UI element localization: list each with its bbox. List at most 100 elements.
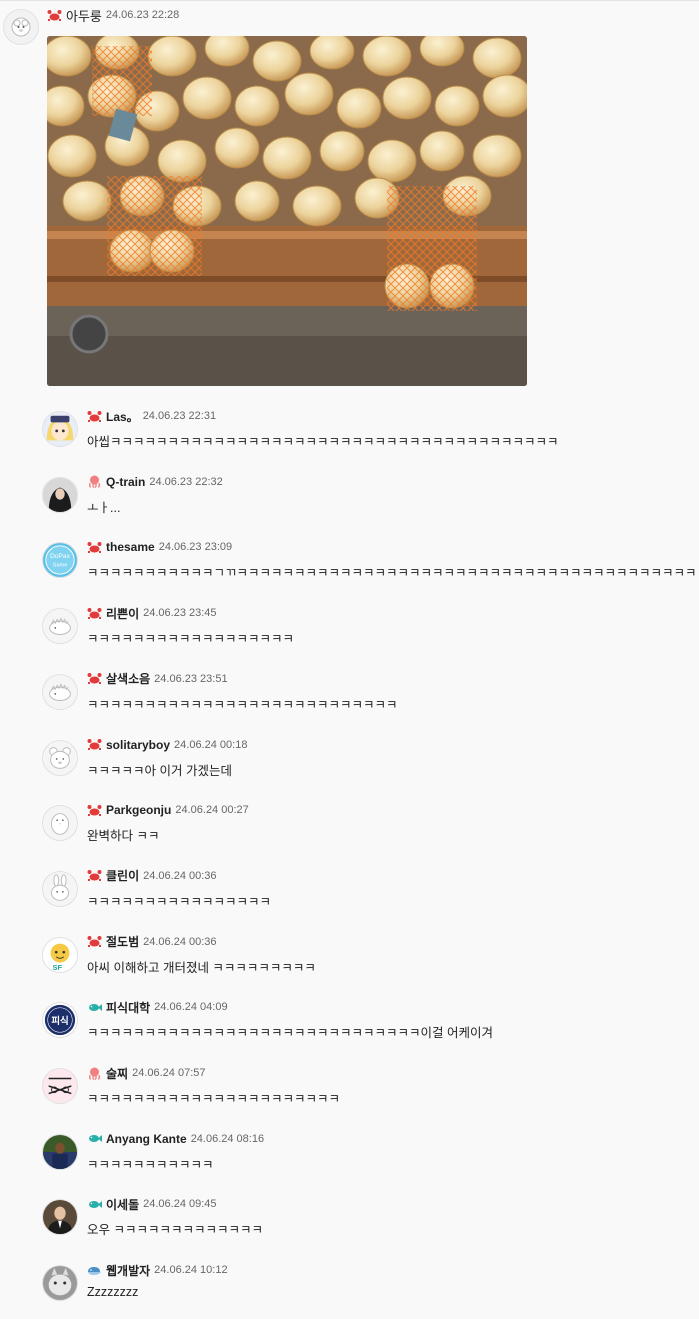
comment-header: Parkgeonju 24.06.24 00:27 bbox=[87, 802, 249, 818]
crab-icon bbox=[87, 541, 102, 554]
svg-text:DoPax: DoPax bbox=[50, 554, 71, 561]
svg-text:피식: 피식 bbox=[51, 1015, 68, 1027]
comment-header: solitaryboy 24.06.24 00:18 bbox=[87, 737, 247, 753]
crab-icon bbox=[87, 738, 102, 751]
comment-text: ㅋㅋㅋㅋㅋ아 이거 가겠는데 bbox=[87, 763, 232, 778]
photo-avatar-soccer-icon[interactable] bbox=[42, 1133, 78, 1170]
comment-text: 오우 ㅋㅋㅋㅋㅋㅋㅋㅋㅋㅋㅋㅋㅋ bbox=[87, 1223, 263, 1238]
comment-nickname[interactable]: 절도범 bbox=[106, 933, 139, 950]
whale-icon bbox=[87, 1264, 102, 1277]
comment-nickname[interactable]: 리쁜이 bbox=[106, 605, 139, 622]
comment-nickname[interactable]: 클린이 bbox=[106, 867, 139, 884]
octopus-icon bbox=[87, 1067, 102, 1080]
svg-text:SF: SF bbox=[52, 963, 62, 972]
comment-header: 피식대학 24.06.24 04:09 bbox=[87, 999, 228, 1015]
sheep-icon[interactable] bbox=[3, 9, 39, 45]
comment-date: 24.06.24 09:45 bbox=[143, 1198, 217, 1211]
comment-text: 아씨 이해하고 개터졌네 ㅋㅋㅋㅋㅋㅋㅋㅋㅋ bbox=[87, 960, 316, 975]
comment-nickname[interactable]: Anyang Kante bbox=[106, 1132, 187, 1146]
comment-date: 24.06.23 23:09 bbox=[158, 541, 233, 554]
default-avatar-rabbit-icon[interactable] bbox=[42, 870, 78, 907]
crab-icon bbox=[87, 607, 102, 620]
crab-icon bbox=[87, 935, 102, 948]
comment-item: SF 절도범 24.06.24 00:36 아씨 이해하고 개터졌네 ㅋㅋㅋㅋㅋ… bbox=[0, 931, 699, 991]
comment-header: 이세돌 24.06.24 09:45 bbox=[87, 1196, 217, 1212]
default-avatar-bear-icon[interactable] bbox=[42, 739, 78, 776]
comment-date: 24.06.23 23:51 bbox=[154, 672, 228, 685]
comment-date: 24.06.24 00:18 bbox=[174, 738, 248, 751]
comment-text: ㅋㅋㅋㅋㅋㅋㅋㅋㅋㅋㅋㄱㄲㅋㅋㅋㅋㅋㅋㅋㅋㅋㅋㅋㅋㅋㅋㅋㅋㅋㅋㅋㅋㅋㅋㅋㅋㅋㅋㅋ… bbox=[87, 566, 697, 581]
comment-nickname[interactable]: 웹개발자 bbox=[106, 1262, 150, 1279]
comment-text: ㅋㅋㅋㅋㅋㅋㅋㅋㅋㅋㅋㅋㅋㅋㅋㅋㅋㅋㅋㅋㅋㅋㅋㅋㅋㅋㅋ bbox=[87, 697, 398, 712]
comment-header: thesame 24.06.23 23:09 bbox=[87, 539, 232, 555]
logo-avatar-blue-icon[interactable]: DoPax Same bbox=[42, 542, 78, 579]
cartoon-avatar-blonde-icon[interactable] bbox=[42, 411, 78, 447]
default-avatar-hedgehog-icon[interactable] bbox=[42, 608, 78, 645]
comment-text: 완벽하다 ㅋㅋ bbox=[87, 829, 160, 844]
comment-text: ㅋㅋㅋㅋㅋㅋㅋㅋㅋㅋㅋㅋㅋㅋㅋㅋㅋㅋ bbox=[87, 632, 295, 647]
comment-header: 살색소음 24.06.23 23:51 bbox=[87, 671, 228, 687]
post-header: 아두룽 24.06.23 22:28 bbox=[47, 6, 180, 25]
comment-item: 클린이 24.06.24 00:36 ㅋㅋㅋㅋㅋㅋㅋㅋㅋㅋㅋㅋㅋㅋㅋㅋ bbox=[0, 865, 699, 925]
top-divider bbox=[0, 0, 699, 1]
crab-icon bbox=[87, 410, 102, 423]
comment-item: 리쁜이 24.06.23 23:45 ㅋㅋㅋㅋㅋㅋㅋㅋㅋㅋㅋㅋㅋㅋㅋㅋㅋㅋ bbox=[0, 602, 699, 662]
comment-date: 24.06.24 00:36 bbox=[143, 935, 217, 948]
fish-icon bbox=[87, 1198, 102, 1211]
comment-text: 아씹ㅋㅋㅋㅋㅋㅋㅋㅋㅋㅋㅋㅋㅋㅋㅋㅋㅋㅋㅋㅋㅋㅋㅋㅋㅋㅋㅋㅋㅋㅋㅋㅋㅋㅋㅋㅋㅋㅋ… bbox=[87, 435, 559, 449]
comment-date: 24.06.24 07:57 bbox=[132, 1067, 206, 1079]
comment-nickname[interactable]: 살색소음 bbox=[106, 670, 150, 687]
comment-date: 24.06.24 10:12 bbox=[154, 1264, 228, 1277]
sketch-avatar-icon[interactable] bbox=[42, 1068, 78, 1104]
comment-date: 24.06.23 22:32 bbox=[149, 475, 223, 488]
comment-item: solitaryboy 24.06.24 00:18 ㅋㅋㅋㅋㅋ아 이거 가겠는… bbox=[0, 734, 699, 794]
crab-icon bbox=[47, 9, 62, 22]
comment-nickname[interactable]: 이세돌 bbox=[106, 1196, 139, 1213]
comment-item: DoPax Same thesame 24.06.23 23:09 ㅋㅋㅋㅋㅋㅋㅋ… bbox=[0, 536, 699, 596]
comment-text: ㅋㅋㅋㅋㅋㅋㅋㅋㅋㅋㅋㅋㅋㅋㅋㅋ bbox=[87, 894, 272, 909]
comment-header: Anyang Kante 24.06.24 08:16 bbox=[87, 1131, 264, 1147]
comment-date: 24.06.24 00:27 bbox=[175, 804, 249, 817]
fish-icon bbox=[87, 1001, 102, 1014]
photo-avatar-dark-icon[interactable] bbox=[42, 476, 78, 513]
comment-item: 술찌 24.06.24 07:57 ㅋㅋㅋㅋㅋㅋㅋㅋㅋㅋㅋㅋㅋㅋㅋㅋㅋㅋㅋㅋㅋㅋ bbox=[0, 1062, 699, 1122]
comment-item: Las。 24.06.23 22:31 아씹ㅋㅋㅋㅋㅋㅋㅋㅋㅋㅋㅋㅋㅋㅋㅋㅋㅋㅋ… bbox=[0, 405, 699, 465]
comment-item: Q-train 24.06.23 22:32 ㅗㅏ... bbox=[0, 471, 699, 531]
comment-text: ㅗㅏ... bbox=[87, 500, 121, 515]
comment-date: 24.06.23 23:45 bbox=[143, 607, 217, 620]
photo-avatar-cat-icon[interactable] bbox=[42, 1265, 78, 1302]
onion-photo[interactable] bbox=[47, 36, 527, 386]
post-nickname[interactable]: 아두룽 bbox=[66, 6, 102, 25]
comment-date: 24.06.23 22:31 bbox=[142, 410, 217, 422]
default-avatar-hedgehog-icon[interactable] bbox=[42, 673, 78, 710]
comment-text: ㅋㅋㅋㅋㅋㅋㅋㅋㅋㅋㅋ bbox=[87, 1157, 214, 1172]
comment-nickname[interactable]: Q-train bbox=[106, 475, 145, 489]
comment-item: 웹개발자 24.06.24 10:12 Zzzzzzzz bbox=[0, 1259, 699, 1319]
comment-header: 리쁜이 24.06.23 23:45 bbox=[87, 605, 217, 621]
comment-nickname[interactable]: solitaryboy bbox=[106, 738, 170, 752]
comment-item: 피식 피식대학 24.06.24 04:09 ㅋㅋㅋㅋㅋㅋㅋㅋㅋㅋㅋㅋㅋㅋㅋㅋㅋ… bbox=[0, 996, 699, 1056]
comment-text: ㅋㅋㅋㅋㅋㅋㅋㅋㅋㅋㅋㅋㅋㅋㅋㅋㅋㅋㅋㅋㅋㅋ bbox=[87, 1092, 341, 1106]
cartoon-avatar-yellow-icon[interactable]: SF bbox=[42, 936, 78, 973]
photo-avatar-suit-icon[interactable] bbox=[42, 1199, 78, 1236]
comment-nickname[interactable]: 피식대학 bbox=[106, 999, 150, 1016]
comment-nickname[interactable]: Las。 bbox=[106, 408, 139, 425]
post-date: 24.06.23 22:28 bbox=[105, 9, 180, 21]
logo-avatar-navy-icon[interactable]: 피식 bbox=[42, 1002, 78, 1039]
comment-item: Anyang Kante 24.06.24 08:16 ㅋㅋㅋㅋㅋㅋㅋㅋㅋㅋㅋ bbox=[0, 1128, 699, 1188]
comment-header: 절도범 24.06.24 00:36 bbox=[87, 934, 217, 950]
comment-text: ㅋㅋㅋㅋㅋㅋㅋㅋㅋㅋㅋㅋㅋㅋㅋㅋㅋㅋㅋㅋㅋㅋㅋㅋㅋㅋㅋㅋㅋ이걸 어케이겨 bbox=[87, 1026, 493, 1041]
default-avatar-penguin-icon[interactable] bbox=[42, 805, 78, 842]
crab-icon bbox=[87, 672, 102, 685]
comment-header: 웹개발자 24.06.24 10:12 bbox=[87, 1262, 228, 1278]
fish-icon bbox=[87, 1132, 102, 1145]
comment-item: Parkgeonju 24.06.24 00:27 완벽하다 ㅋㅋ bbox=[0, 799, 699, 859]
crab-icon bbox=[87, 804, 102, 817]
comment-nickname[interactable]: thesame bbox=[106, 540, 155, 554]
comment-nickname[interactable]: Parkgeonju bbox=[106, 803, 171, 817]
comment-text: Zzzzzzzz bbox=[87, 1285, 139, 1300]
comment-nickname[interactable]: 술찌 bbox=[106, 1065, 128, 1082]
comment-date: 24.06.24 08:16 bbox=[190, 1132, 265, 1145]
comment-header: Las。 24.06.23 22:31 bbox=[87, 408, 216, 424]
comment-item: 살색소음 24.06.23 23:51 ㅋㅋㅋㅋㅋㅋㅋㅋㅋㅋㅋㅋㅋㅋㅋㅋㅋㅋㅋㅋ… bbox=[0, 668, 699, 728]
